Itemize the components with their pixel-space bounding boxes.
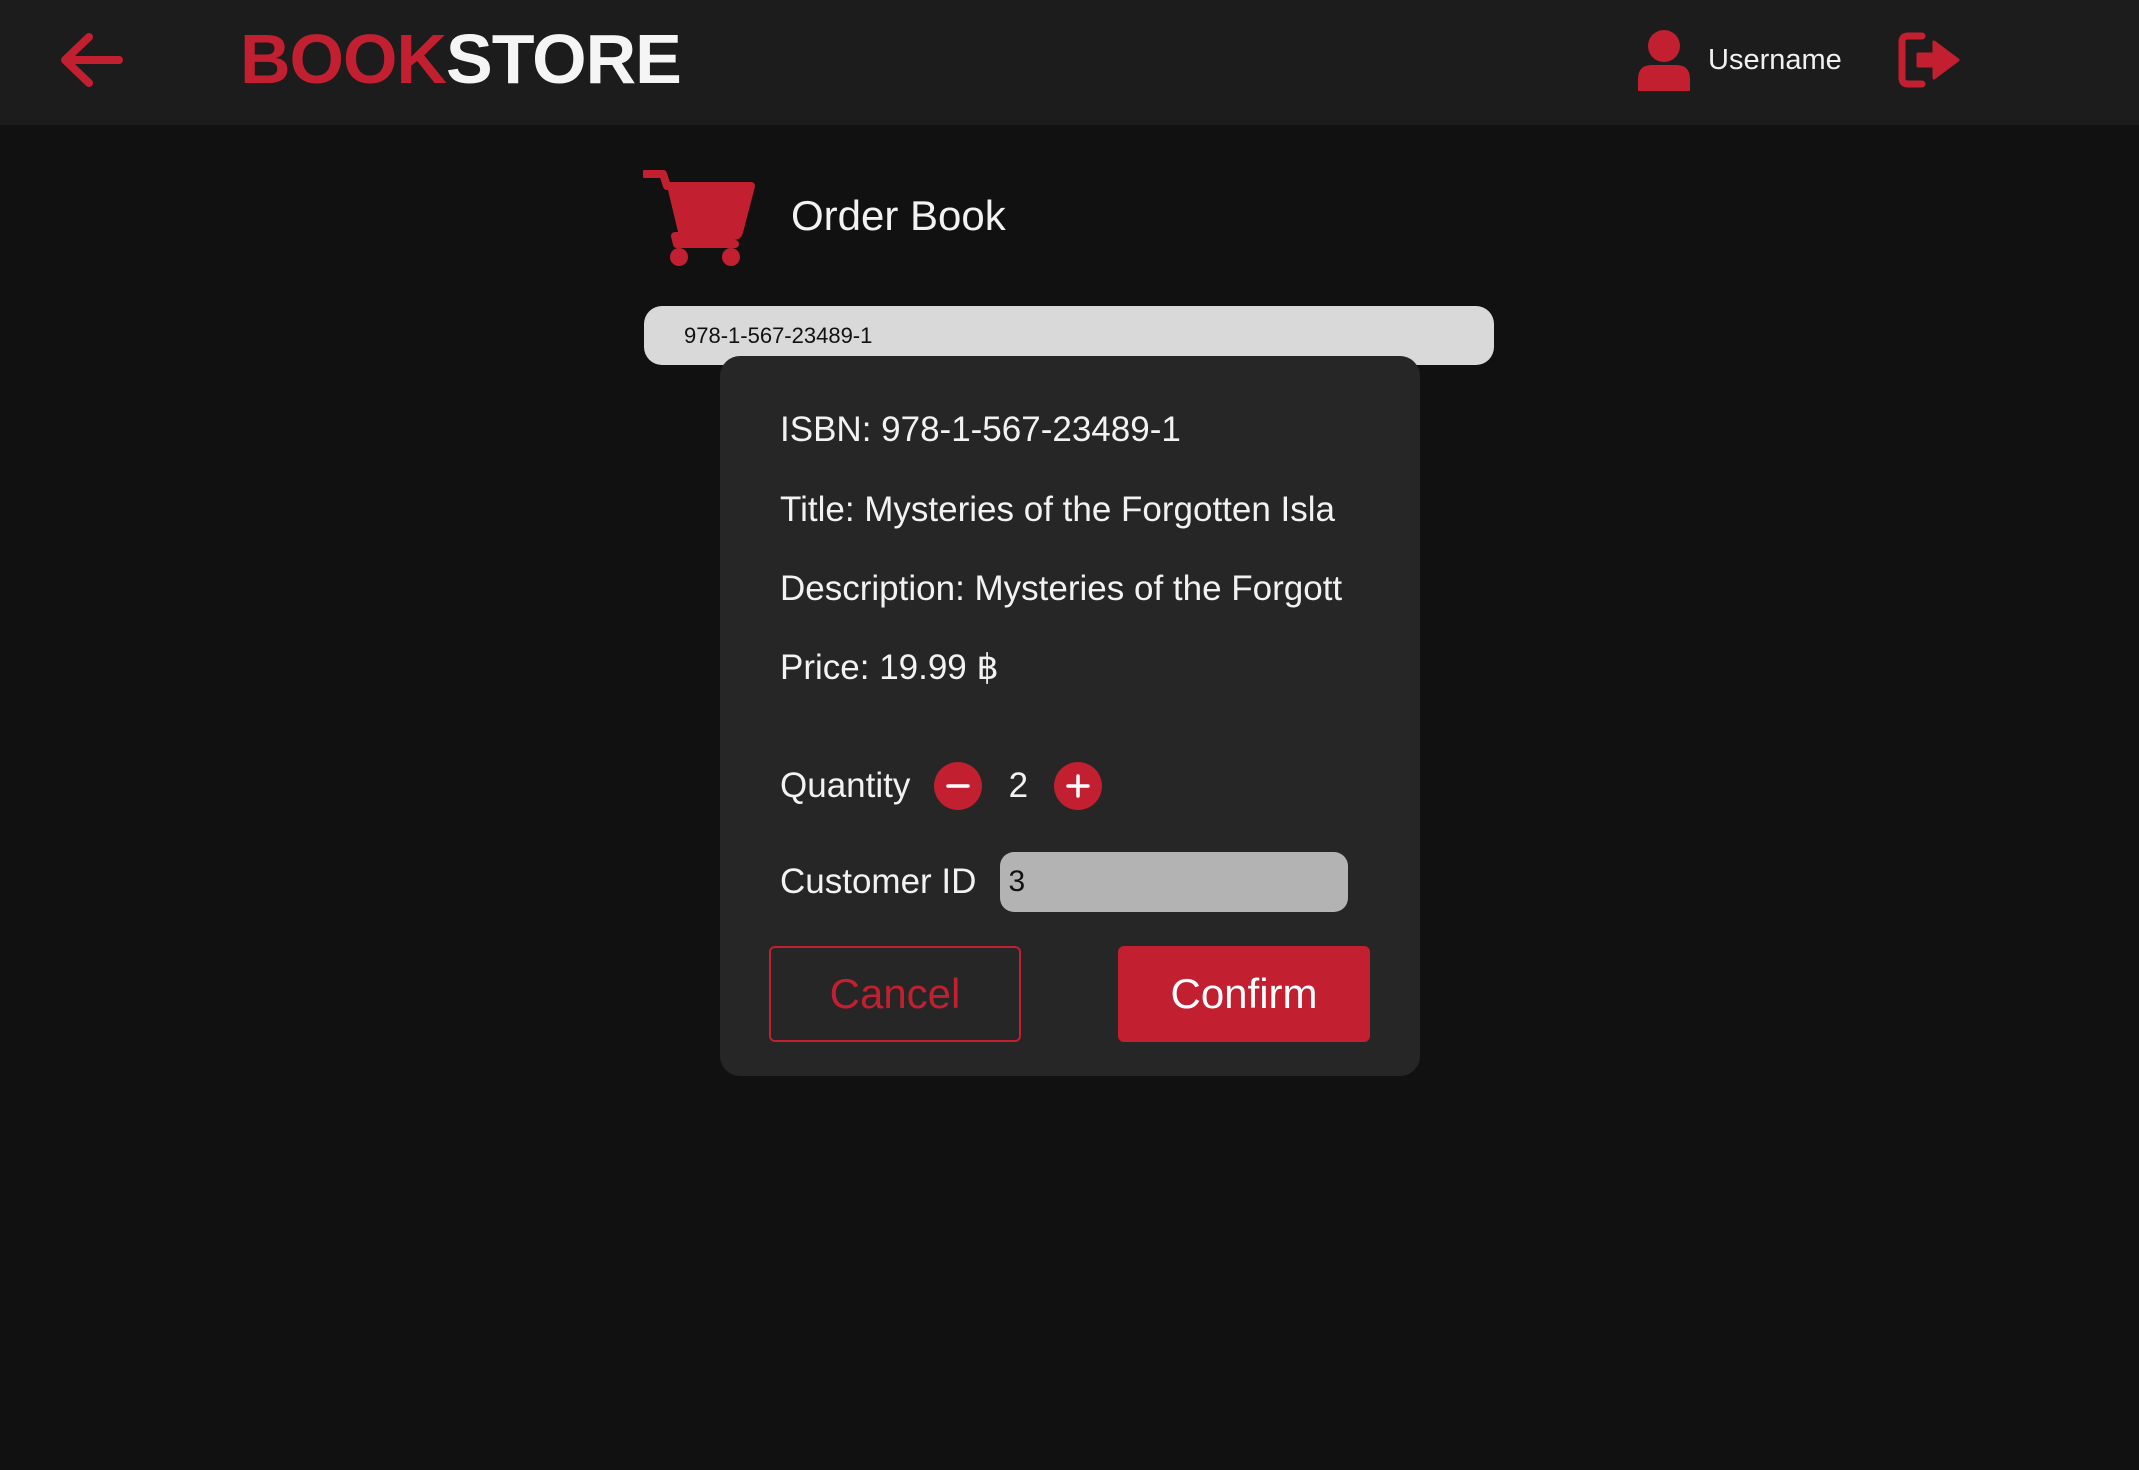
username-label: Username (1708, 43, 1842, 76)
order-heading: Order Book (643, 163, 1006, 268)
confirm-button[interactable]: Confirm (1118, 946, 1370, 1042)
decrease-quantity-button[interactable] (934, 762, 983, 810)
isbn-text: ISBN: 978-1-567-23489-1 (780, 410, 1181, 449)
customer-id-row: Customer ID (780, 852, 1349, 912)
minus-icon (946, 784, 971, 788)
back-button[interactable] (50, 25, 130, 95)
increase-quantity-button[interactable] (1054, 762, 1103, 810)
customer-id-label: Customer ID (780, 862, 977, 901)
user-profile[interactable]: Username (1636, 28, 1842, 92)
logout-button[interactable] (1895, 30, 1965, 90)
customer-id-input[interactable] (1000, 852, 1349, 912)
plus-icon (1066, 774, 1091, 798)
brand-logo[interactable]: BOOKSTORE (240, 14, 682, 104)
shopping-cart-icon (643, 169, 755, 266)
price-text: Price: 19.99 ฿ (780, 648, 999, 687)
top-bar: BOOKSTORE Username (0, 0, 2139, 125)
brand-store: STORE (446, 20, 682, 98)
cancel-button[interactable]: Cancel (769, 946, 1021, 1042)
order-dialog: ISBN: 978-1-567-23489-1 Title: Mysteries… (720, 356, 1420, 1076)
description-text: Description: Mysteries of the Forgott (780, 569, 1343, 608)
page-title: Order Book (791, 191, 1006, 239)
logout-icon (1898, 32, 1960, 88)
quantity-stepper: Quantity 2 (780, 756, 1103, 816)
title-text: Title: Mysteries of the Forgotten Isla (780, 490, 1336, 529)
user-icon (1638, 30, 1690, 91)
quantity-label: Quantity (780, 766, 911, 805)
quantity-value: 2 (1008, 766, 1029, 805)
arrow-left-icon (61, 33, 123, 87)
brand-book: BOOK (240, 20, 447, 98)
